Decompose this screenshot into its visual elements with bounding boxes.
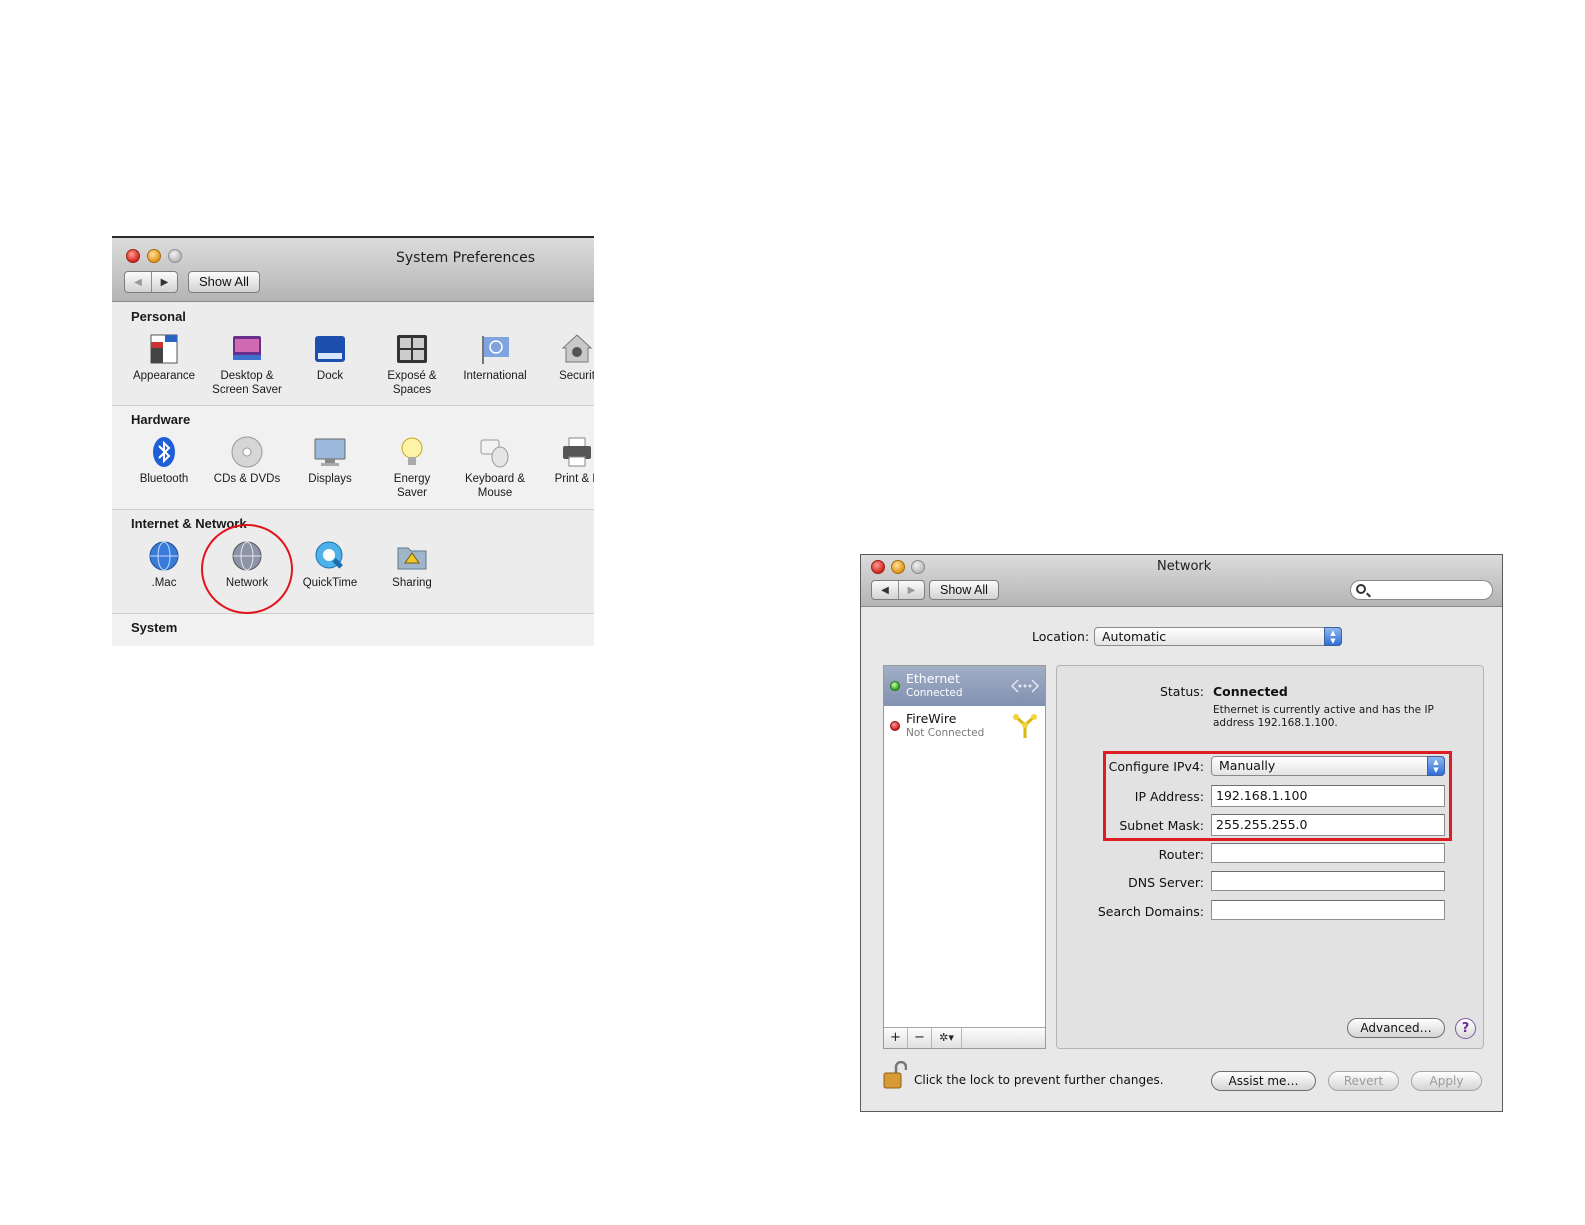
- section-heading: Personal: [131, 309, 186, 324]
- status-label: Status:: [1159, 684, 1204, 699]
- apply-button[interactable]: Apply: [1411, 1071, 1482, 1091]
- location-value: Automatic: [1102, 629, 1167, 644]
- pane-expose-spaces[interactable]: Exposé & Spaces: [371, 332, 453, 397]
- zoom-button[interactable]: [168, 249, 182, 263]
- show-all-button[interactable]: Show All: [929, 580, 999, 600]
- detail-pane: Status: Connected Ethernet is currently …: [1056, 665, 1484, 1049]
- add-service-button[interactable]: +: [884, 1028, 908, 1048]
- service-list-toolbar: + − ✲▾: [884, 1027, 1045, 1048]
- lightbulb-icon: [395, 435, 429, 469]
- disc-icon: [230, 435, 264, 469]
- flag-icon: [478, 332, 512, 366]
- section-heading: Hardware: [131, 412, 191, 427]
- pane-energy-saver[interactable]: Energy Saver: [371, 435, 453, 500]
- pane-sharing[interactable]: Sharing: [371, 539, 453, 590]
- desktop-icon: [230, 332, 264, 366]
- back-forward-control[interactable]: ◀ ▶: [871, 580, 925, 600]
- router-field[interactable]: [1211, 843, 1445, 863]
- section-internet-network: Internet & Network .Mac Network QuickTim…: [112, 510, 594, 614]
- help-button[interactable]: ?: [1455, 1018, 1476, 1039]
- service-firewire[interactable]: FireWire Not Connected: [884, 706, 1045, 746]
- close-button[interactable]: [126, 249, 140, 263]
- forward-arrow-icon[interactable]: ▶: [151, 272, 177, 292]
- back-forward-control[interactable]: ◀ ▶: [124, 271, 178, 293]
- back-arrow-icon[interactable]: ◀: [125, 272, 151, 292]
- grid-icon: [395, 332, 429, 366]
- advanced-button[interactable]: Advanced…: [1347, 1018, 1445, 1038]
- minimize-button[interactable]: [891, 560, 905, 574]
- system-preferences-window: System Preferences ◀ ▶ Show All Personal…: [112, 236, 594, 646]
- printer-icon: [560, 435, 594, 469]
- file-new-icon: [147, 332, 181, 366]
- dock-icon: [313, 332, 347, 366]
- gear-icon[interactable]: ✲▾: [932, 1028, 962, 1048]
- status-value: Connected: [1213, 684, 1288, 699]
- search-input[interactable]: [1350, 580, 1493, 600]
- pane-international[interactable]: International: [454, 332, 536, 383]
- show-all-button[interactable]: Show All: [188, 271, 260, 293]
- status-description: Ethernet is currently active and has the…: [1213, 704, 1434, 729]
- location-label: Location:: [1032, 629, 1090, 644]
- section-heading: System: [131, 620, 178, 635]
- forward-arrow-icon[interactable]: ▶: [898, 581, 924, 599]
- house-lock-icon: [560, 332, 594, 366]
- pane-quicktime[interactable]: QuickTime: [289, 539, 371, 590]
- location-popup[interactable]: Automatic ▲ ▼: [1094, 627, 1342, 646]
- monitor-icon: [313, 435, 347, 469]
- window-title: System Preferences: [396, 250, 535, 266]
- assist-me-button[interactable]: Assist me…: [1211, 1071, 1316, 1091]
- close-button[interactable]: [871, 560, 885, 574]
- quicktime-icon: [313, 539, 347, 573]
- status-dot-icon: [890, 681, 900, 691]
- remove-service-button[interactable]: −: [908, 1028, 932, 1048]
- ipv4-fields-highlight-box: [1103, 751, 1452, 841]
- pane-dotmac[interactable]: .Mac: [123, 539, 205, 590]
- back-arrow-icon[interactable]: ◀: [872, 581, 898, 599]
- lock-text: Click the lock to prevent further change…: [914, 1073, 1164, 1087]
- search-domains-field[interactable]: [1211, 900, 1445, 920]
- search-domains-label: Search Domains:: [1097, 904, 1204, 919]
- firewire-icon: [1011, 712, 1039, 740]
- pane-displays[interactable]: Displays: [289, 435, 371, 486]
- status-dot-icon: [890, 721, 900, 731]
- bluetooth-icon: [147, 435, 181, 469]
- popup-arrows-icon: ▲ ▼: [1324, 627, 1342, 646]
- service-list: Ethernet Connected FireWire Not Connecte…: [883, 665, 1046, 1049]
- unlocked-lock-icon[interactable]: [883, 1060, 908, 1089]
- section-hardware: Hardware Bluetooth CDs & DVDs Displays E…: [112, 406, 594, 510]
- router-label: Router:: [1158, 847, 1204, 862]
- pane-keyboard-mouse[interactable]: Keyboard & Mouse: [454, 435, 536, 500]
- dns-server-field[interactable]: [1211, 871, 1445, 891]
- sharing-folder-icon: [395, 539, 429, 573]
- dns-server-label: DNS Server:: [1128, 875, 1204, 890]
- minimize-button[interactable]: [147, 249, 161, 263]
- pane-appearance[interactable]: Appearance: [123, 332, 205, 383]
- window-title: Network: [1157, 559, 1212, 574]
- keyboard-mouse-icon: [478, 435, 512, 469]
- zoom-button[interactable]: [911, 560, 925, 574]
- search-icon: [1356, 584, 1366, 594]
- ethernet-icon: [1010, 672, 1040, 700]
- title-bar: System Preferences ◀ ▶ Show All: [112, 238, 594, 302]
- pane-cds-dvds[interactable]: CDs & DVDs: [206, 435, 288, 486]
- title-bar: Network ◀ ▶ Show All: [861, 555, 1502, 607]
- pane-security[interactable]: Securit: [536, 332, 594, 383]
- pane-print-fax[interactable]: Print & F: [536, 435, 594, 486]
- globe-icon: [147, 539, 181, 573]
- service-ethernet[interactable]: Ethernet Connected: [884, 666, 1045, 706]
- network-highlight-circle: [201, 524, 293, 614]
- pane-bluetooth[interactable]: Bluetooth: [123, 435, 205, 486]
- section-personal: Personal Appearance Desktop & Screen Sav…: [112, 302, 594, 406]
- pane-dock[interactable]: Dock: [289, 332, 371, 383]
- revert-button[interactable]: Revert: [1328, 1071, 1399, 1091]
- pane-desktop-screen-saver[interactable]: Desktop & Screen Saver: [206, 332, 288, 397]
- section-system: System: [112, 614, 594, 646]
